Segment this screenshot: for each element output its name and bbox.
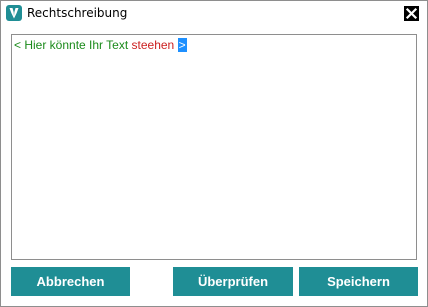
spellcheck-dialog: Rechtschreibung < Hier könnte Ihr Text s… (0, 0, 428, 307)
save-button[interactable]: Speichern (299, 267, 418, 296)
check-button[interactable]: Überprüfen (173, 267, 293, 296)
close-icon[interactable] (404, 6, 419, 21)
window-title: Rechtschreibung (27, 6, 128, 20)
text-editor[interactable]: < Hier könnte Ihr Text steehen > (11, 34, 417, 260)
editor-line: < Hier könnte Ihr Text steehen > (14, 38, 187, 53)
cancel-button[interactable]: Abbrechen (11, 267, 130, 296)
app-logo-icon (6, 5, 22, 21)
title-bar: Rechtschreibung (1, 1, 427, 27)
selected-text: > (177, 38, 187, 52)
text-segment: < Hier könnte Ihr Text (14, 38, 132, 52)
misspelled-word[interactable]: steehen (132, 38, 175, 52)
